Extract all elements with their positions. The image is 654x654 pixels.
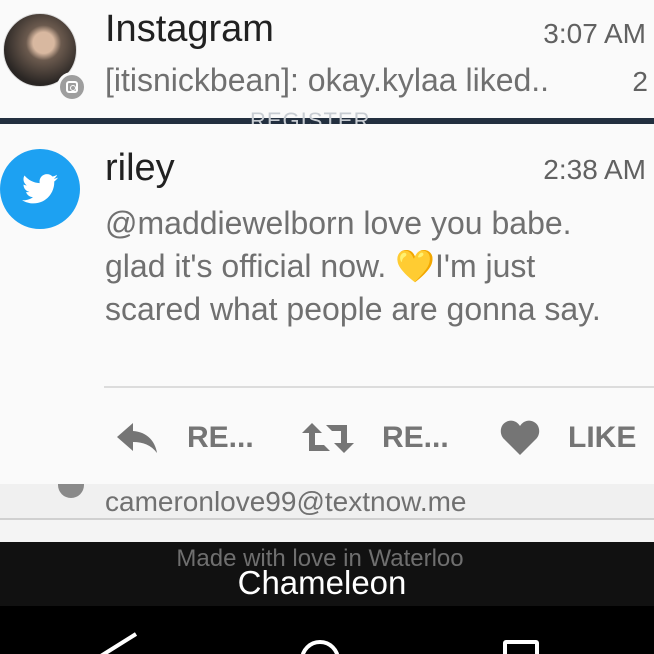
- back-icon[interactable]: [100, 632, 140, 654]
- recents-icon[interactable]: [503, 640, 539, 654]
- stacked-notification-text: cameronlove99@textnow.me: [105, 486, 467, 517]
- notification-sender: riley: [105, 147, 175, 189]
- app-icon: [58, 484, 84, 498]
- like-button[interactable]: LIKE: [500, 414, 636, 462]
- instagram-notification[interactable]: Instagram 3:07 AM [itisnickbean]: okay.k…: [0, 0, 654, 118]
- yellow-heart-emoji: 💛: [395, 248, 435, 284]
- twitter-notification[interactable]: riley 2:38 AM @maddiewelborn love you ba…: [0, 124, 654, 484]
- reply-button[interactable]: RE...: [115, 414, 254, 462]
- reply-label: RE...: [187, 421, 254, 454]
- stacked-notification[interactable]: cameronlove99@textnow.me: [0, 484, 654, 520]
- tweet-text: @maddiewelborn love you babe. glad it's …: [105, 202, 640, 331]
- stacked-notification-edge: [0, 520, 654, 542]
- reply-icon: [117, 423, 157, 453]
- notification-count: 2: [632, 66, 648, 97]
- notification-app-name: Instagram: [105, 8, 274, 50]
- notification-preview: [itisnickbean]: okay.kylaa liked..: [105, 62, 550, 98]
- retweet-button[interactable]: RE...: [302, 414, 449, 462]
- navigation-bar: [0, 606, 654, 654]
- actions-divider: [104, 386, 654, 388]
- home-icon[interactable]: [300, 640, 340, 654]
- instagram-icon: [57, 72, 87, 102]
- retweet-label: RE...: [382, 421, 449, 454]
- retweet-icon: [302, 423, 354, 453]
- like-label: LIKE: [568, 421, 637, 454]
- notification-time: 2:38 AM: [543, 154, 646, 185]
- twitter-avatar: [0, 149, 80, 229]
- heart-icon: [500, 420, 540, 455]
- app-label: Chameleon: [237, 564, 407, 601]
- twitter-bird-icon: [22, 174, 58, 204]
- notification-time: 3:07 AM: [543, 18, 646, 49]
